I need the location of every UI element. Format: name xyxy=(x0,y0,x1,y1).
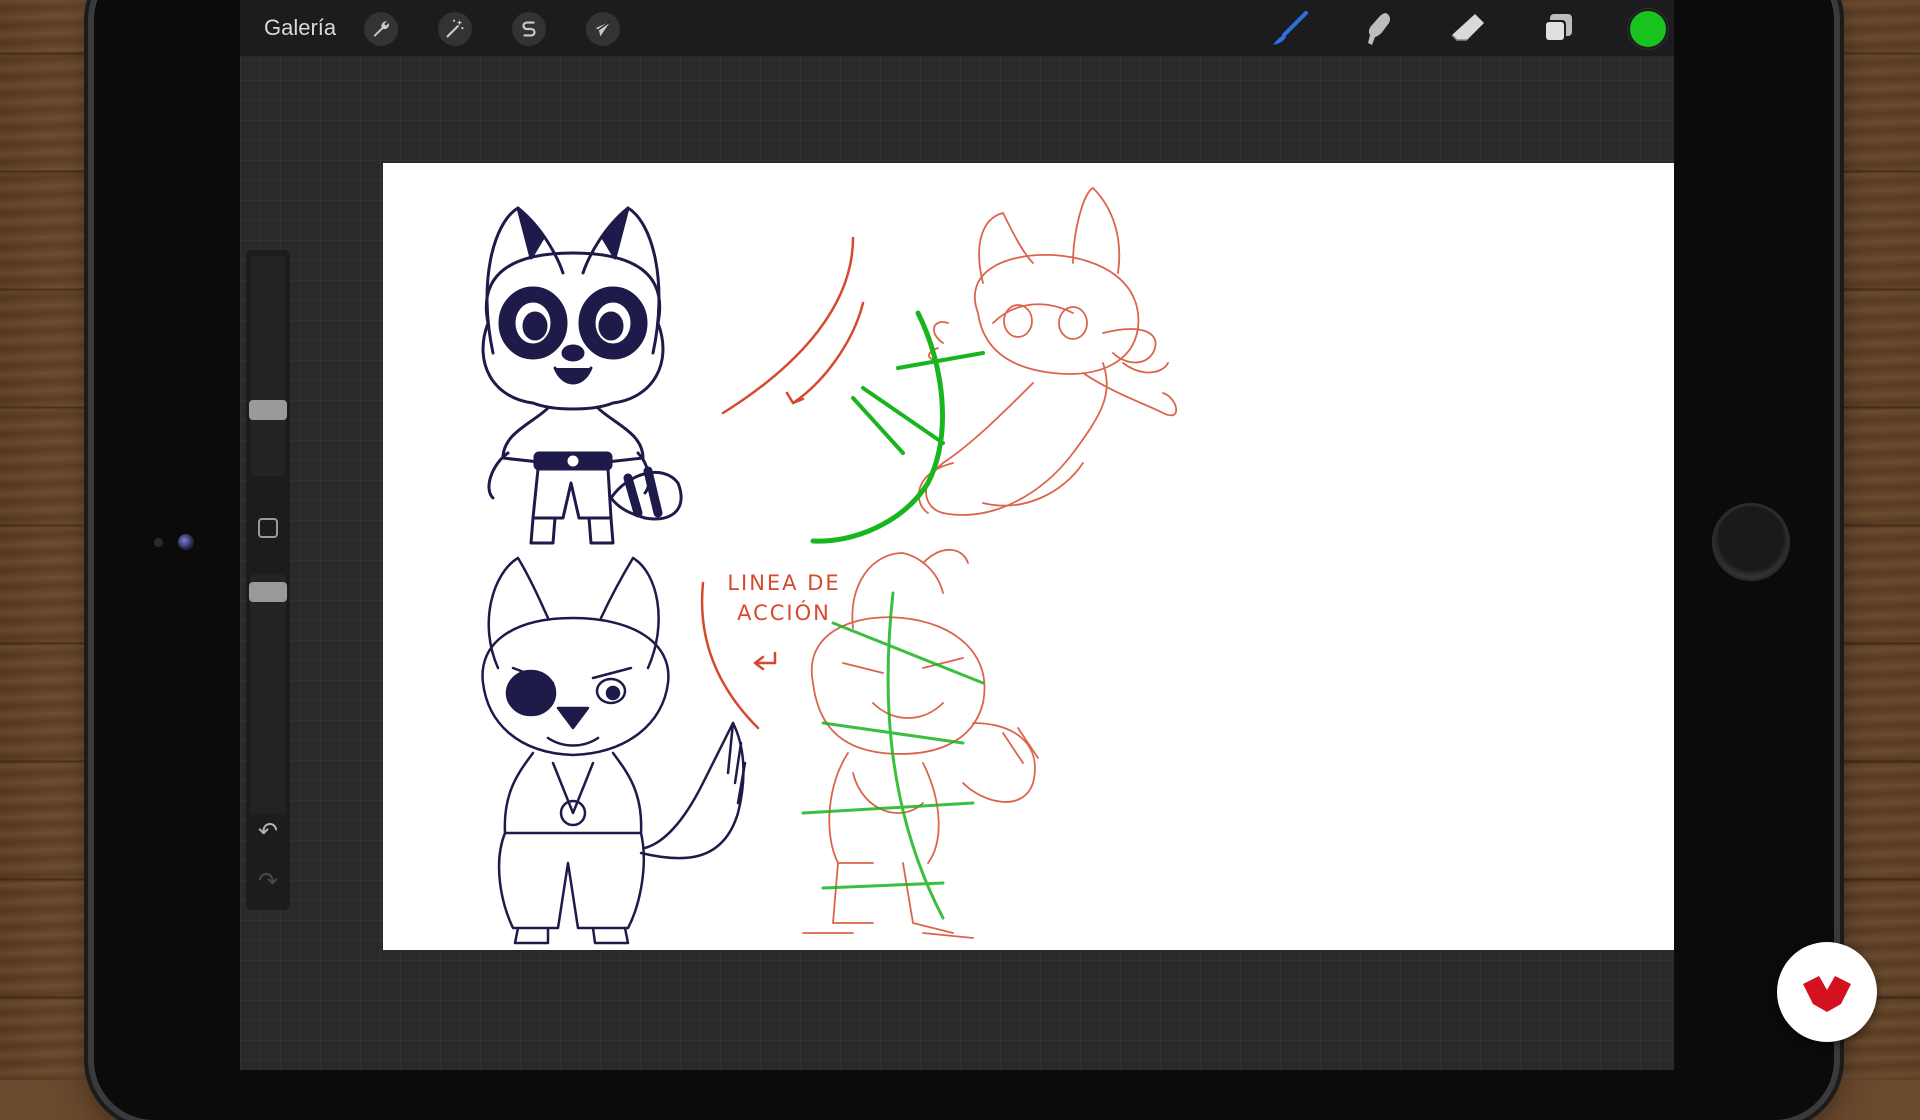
action-line-caption: LINEA DE ACCIÓN xyxy=(714,568,854,628)
wrench-icon xyxy=(373,21,390,37)
front-sensor xyxy=(154,538,163,547)
procreate-screen: Galería ↶ ↷ LINEA DE ACCIÓN xyxy=(240,0,1674,1070)
brush-size-thumb[interactable] xyxy=(249,400,287,420)
caption-line-2: ACCIÓN xyxy=(737,601,831,625)
flying-cat-action-lines xyxy=(810,310,985,544)
selection-s-icon xyxy=(522,21,536,37)
eraser-icon xyxy=(1451,14,1484,41)
selection-button[interactable] xyxy=(512,12,546,46)
opacity-thumb[interactable] xyxy=(249,582,287,602)
transform-button[interactable] xyxy=(586,12,620,46)
wolf-character-drawing xyxy=(481,556,747,945)
color-picker-button[interactable] xyxy=(1630,11,1666,47)
brand-logo-badge[interactable] xyxy=(1777,942,1877,1042)
brush-icon xyxy=(1273,11,1308,45)
brush-size-slider[interactable] xyxy=(250,256,286,476)
redo-icon[interactable]: ↷ xyxy=(254,868,282,896)
brush-button[interactable] xyxy=(1270,10,1310,48)
front-camera xyxy=(178,534,194,550)
adjustments-button[interactable] xyxy=(438,12,472,46)
left-sidebar: ↶ ↷ xyxy=(246,250,290,910)
smudge-button[interactable] xyxy=(1358,10,1398,48)
arrow-cursor-icon xyxy=(595,21,611,37)
undo-icon[interactable]: ↶ xyxy=(254,818,282,846)
raccoon-character-drawing xyxy=(481,206,683,545)
caption-line-1: LINEA DE xyxy=(727,571,841,595)
actions-button[interactable] xyxy=(364,12,398,46)
standing-wolf-action-lines xyxy=(801,591,985,920)
canvas-artwork xyxy=(481,186,1178,945)
drawing-canvas[interactable]: LINEA DE ACCIÓN xyxy=(383,163,1674,950)
top-toolbar: Galería xyxy=(240,0,1674,56)
layers-icon xyxy=(1544,14,1572,42)
magic-wand-icon xyxy=(446,19,464,38)
flying-cat-sketch xyxy=(917,186,1178,516)
brand-logo-icon xyxy=(1803,976,1851,1012)
layers-button[interactable] xyxy=(1538,10,1578,48)
gallery-button[interactable]: Galería xyxy=(264,15,336,41)
home-button[interactable] xyxy=(1712,503,1790,581)
opacity-slider[interactable] xyxy=(250,574,286,814)
eraser-button[interactable] xyxy=(1448,10,1488,48)
square-icon[interactable] xyxy=(258,518,278,538)
action-arrow-sketch xyxy=(721,236,865,415)
smudge-icon xyxy=(1368,13,1390,45)
